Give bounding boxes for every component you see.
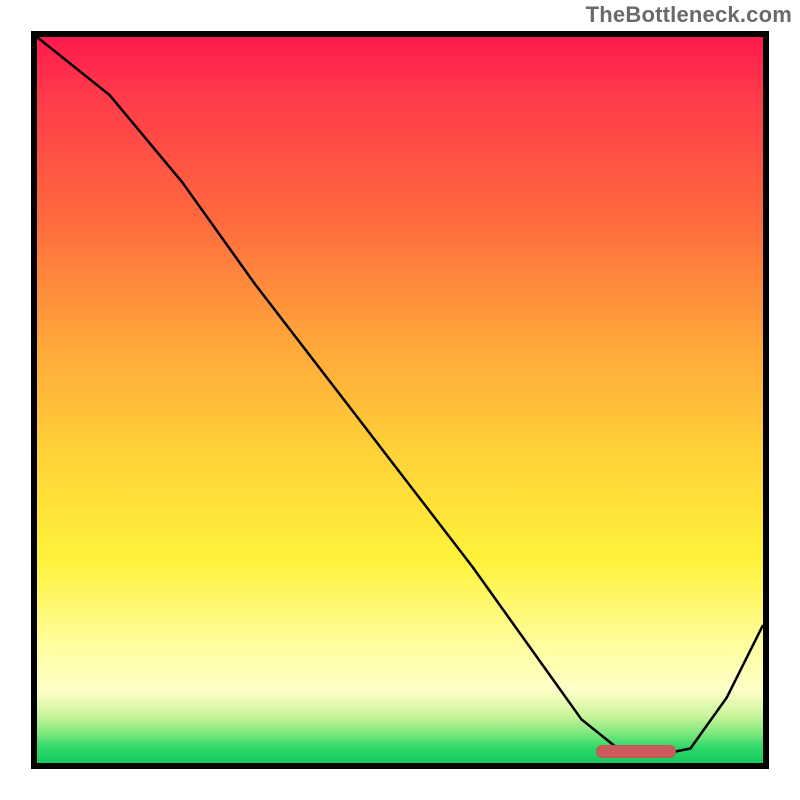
bottleneck-curve-path bbox=[37, 37, 763, 756]
bottleneck-curve bbox=[37, 37, 763, 763]
plot-inner bbox=[37, 37, 763, 763]
watermark-text: TheBottleneck.com bbox=[586, 2, 792, 28]
optimal-range-marker bbox=[596, 745, 676, 758]
plot-area bbox=[31, 31, 769, 769]
chart-frame: TheBottleneck.com bbox=[0, 0, 800, 800]
